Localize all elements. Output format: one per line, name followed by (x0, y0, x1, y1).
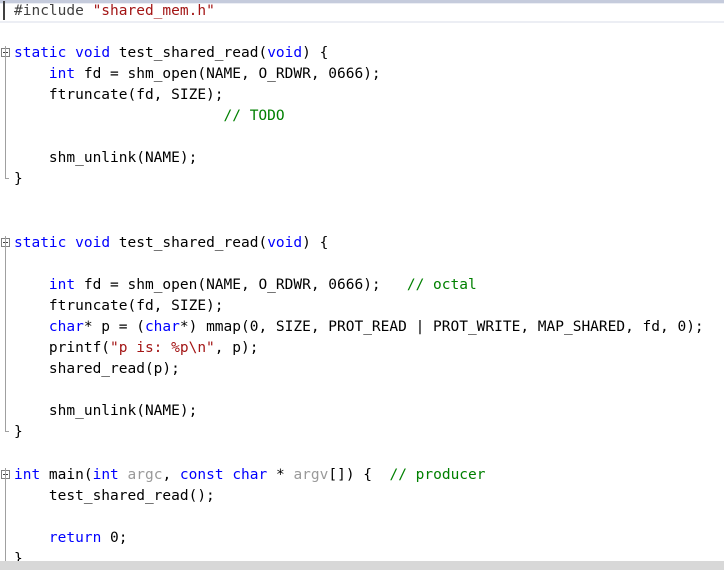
code-line[interactable]: shm_unlink(NAME); (14, 148, 197, 169)
code-line[interactable]: // TODO (14, 106, 285, 127)
code-line[interactable] (14, 380, 23, 401)
code-token: ftruncate(fd, SIZE); (14, 298, 224, 314)
code-line[interactable] (14, 190, 23, 211)
code-line[interactable] (14, 443, 23, 464)
text-caret (3, 1, 5, 20)
code-token: "p is: %p\n" (110, 340, 215, 356)
code-line[interactable] (14, 22, 23, 43)
code-token: // producer (389, 467, 486, 483)
code-token: argc (127, 467, 163, 483)
code-line[interactable]: test_shared_read(); (14, 486, 215, 507)
code-token: , p); (214, 340, 259, 356)
code-token: int (48, 277, 76, 293)
code-token: test_shared_read(); (14, 488, 215, 504)
code-token: // TODO (223, 108, 285, 124)
code-token: test_shared_read( (110, 45, 268, 61)
code-token: char (48, 319, 84, 335)
code-line[interactable] (14, 254, 23, 275)
fold-gutter[interactable] (0, 0, 11, 570)
code-token: ftruncate(fd, SIZE); (14, 87, 224, 103)
code-token: * (267, 467, 294, 483)
code-line[interactable] (14, 211, 23, 232)
code-token: shm_unlink(NAME); (14, 150, 198, 166)
code-token: argv (293, 467, 329, 483)
code-line[interactable]: int main(int argc, const char * argv[]) … (14, 465, 486, 486)
fold-guide-line (5, 468, 6, 566)
code-token: , (162, 467, 180, 483)
code-token: } (14, 424, 23, 440)
code-token: ) { (302, 235, 329, 251)
code-token: * p = ( (83, 319, 145, 335)
code-line[interactable] (14, 127, 23, 148)
fold-guide-foot (5, 178, 9, 179)
code-token: static (14, 45, 67, 61)
code-token: printf( (14, 340, 111, 356)
code-token: shm_unlink(NAME); (14, 403, 198, 419)
code-line[interactable]: ftruncate(fd, SIZE); (14, 296, 224, 317)
code-token: shared_read(p); (14, 361, 180, 377)
code-token: void (75, 45, 111, 61)
code-token: return (48, 530, 102, 546)
code-line[interactable]: char* p = (char*) mmap(0, SIZE, PROT_REA… (14, 317, 704, 338)
code-token: 0; (101, 530, 128, 546)
code-token: "shared_mem.h" (92, 3, 215, 19)
code-line[interactable]: printf("p is: %p\n", p); (14, 338, 259, 359)
code-token: } (14, 171, 23, 187)
code-token: main( (40, 467, 93, 483)
code-line[interactable]: } (14, 169, 23, 190)
editor-bottom-band (0, 561, 724, 570)
code-line[interactable]: shared_read(p); (14, 359, 180, 380)
fold-guide-foot (5, 431, 9, 432)
code-token: const (179, 467, 224, 483)
code-line[interactable]: } (14, 422, 23, 443)
code-token: fd = shm_open(NAME, O_RDWR, 0666); (75, 66, 381, 82)
code-line[interactable]: #include "shared_mem.h" (14, 1, 215, 22)
code-editor[interactable]: #include "shared_mem.h" static void test… (0, 0, 724, 570)
code-line[interactable] (14, 507, 23, 528)
code-token: *) mmap(0, SIZE, PROT_READ | PROT_WRITE,… (179, 319, 704, 335)
code-token: void (267, 45, 303, 61)
fold-guide-line (5, 236, 6, 431)
code-token: static (14, 235, 67, 251)
code-token: #include (14, 3, 93, 19)
code-token: void (75, 235, 111, 251)
code-line[interactable]: int fd = shm_open(NAME, O_RDWR, 0666); /… (14, 275, 477, 296)
code-token: void (267, 235, 303, 251)
code-token: fd = shm_open(NAME, O_RDWR, 0666); (75, 277, 407, 293)
code-token: test_shared_read( (110, 235, 268, 251)
code-line[interactable]: int fd = shm_open(NAME, O_RDWR, 0666); (14, 64, 381, 85)
code-line[interactable]: return 0; (14, 528, 128, 549)
code-token: int (92, 467, 119, 483)
code-token: []) { (328, 467, 390, 483)
code-token: char (144, 319, 180, 335)
fold-guide-line (5, 46, 6, 178)
code-token: char (232, 467, 268, 483)
code-token: // octal (406, 277, 477, 293)
code-line[interactable]: static void test_shared_read(void) { (14, 43, 328, 64)
code-token: ) { (302, 45, 329, 61)
code-token: int (48, 66, 76, 82)
code-token: int (14, 467, 41, 483)
code-line[interactable]: static void test_shared_read(void) { (14, 233, 328, 254)
code-line[interactable]: ftruncate(fd, SIZE); (14, 85, 224, 106)
code-line[interactable]: shm_unlink(NAME); (14, 401, 197, 422)
